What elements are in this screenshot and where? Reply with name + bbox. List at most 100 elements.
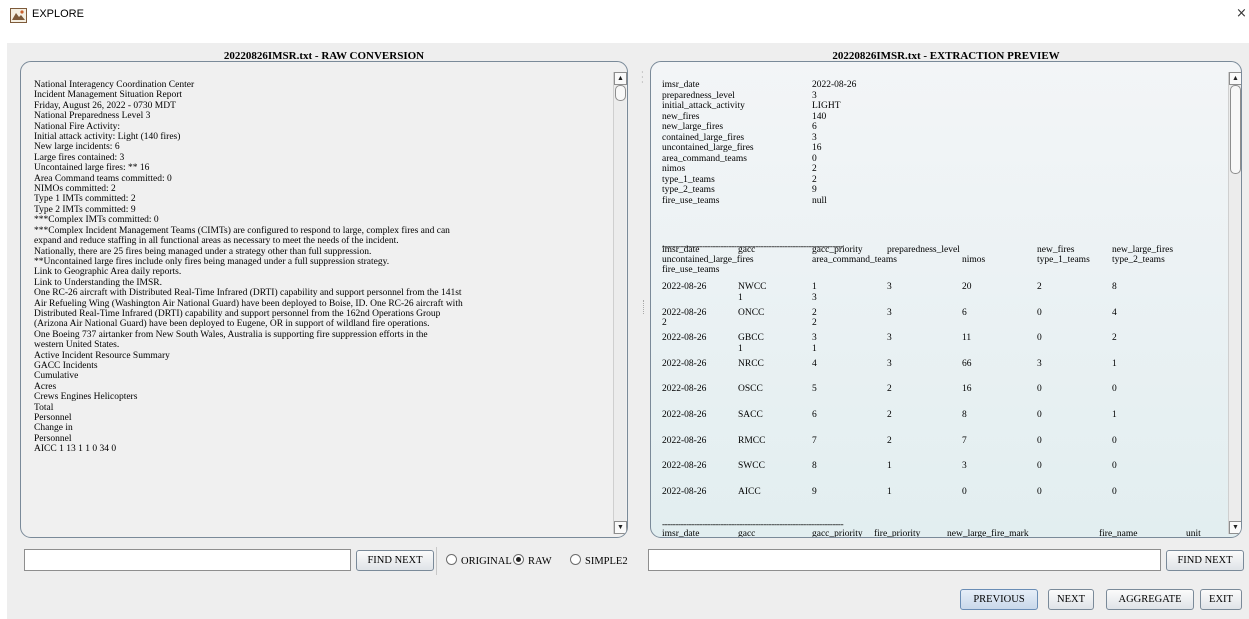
gacc-cell: 3 (887, 358, 892, 369)
summary-value: 9 (812, 185, 817, 195)
gacc-cell: NWCC (738, 282, 767, 292)
summary-row: area_command_teams 0 (662, 154, 1222, 165)
gacc-cell: 4 (1112, 307, 1117, 318)
scroll-down-arrow-icon[interactable]: ▼ (1229, 521, 1241, 534)
raw-text-line: western United States. (34, 340, 120, 351)
summary-key: imsr_date (662, 80, 700, 90)
scroll-up-arrow-icon[interactable]: ▲ (1229, 72, 1241, 85)
gacc-cell: 2 (887, 384, 892, 395)
gacc-cell: 3 (812, 292, 817, 303)
gacc-column-header: uncontained_large_fires (662, 255, 754, 265)
gacc-column-header: fire_use_teams (662, 265, 720, 275)
summary-key: initial_attack_activity (662, 101, 745, 111)
gacc-cell: 11 (962, 333, 972, 344)
raw-text-line: Air Refueling Wing (Washington Air Natio… (34, 298, 463, 309)
summary-key: contained_large_fires (662, 132, 745, 143)
extraction-find-next-button[interactable]: FIND NEXT (1166, 550, 1244, 571)
extraction-scroll-thumb[interactable] (1230, 85, 1241, 174)
raw-text-line: Uncontained large fires: ** 16 (34, 163, 150, 174)
raw-text-line: Acres (34, 381, 57, 392)
summary-key: new_large_fires (662, 122, 724, 132)
raw-text-line: Personnel (34, 433, 72, 444)
raw-text-line: AICC 1 13 1 1 0 34 0 (34, 444, 117, 455)
raw-conversion-pane[interactable]: National Interagency Coordination Center… (20, 61, 628, 538)
summary-row: type_2_teams 9 (662, 185, 1222, 196)
gacc-column-header: type_2_teams (1112, 255, 1165, 265)
raw-text-line: Active Incident Resource Summary (34, 350, 170, 361)
gacc-column-header: type_1_teams (1037, 255, 1090, 265)
raw-text-area[interactable]: National Interagency Coordination Center… (34, 80, 614, 455)
gacc-cell: 8 (1112, 282, 1117, 292)
radio-option[interactable]: RAW (513, 554, 552, 567)
raw-text-line: Friday, August 26, 2022 - 0730 MDT (34, 100, 176, 111)
next-button[interactable]: NEXT (1048, 589, 1094, 610)
extraction-scrollbar[interactable]: ▲ ▼ (1228, 72, 1241, 534)
fire-column-header: fire_name (1099, 529, 1138, 538)
gacc-cell: 1 (738, 343, 743, 354)
raw-scroll-thumb[interactable] (615, 85, 626, 101)
raw-text-line: Personnel (34, 413, 72, 423)
summary-row: imsr_date 2022-08-26 (662, 80, 1222, 91)
radio-button-icon[interactable] (513, 554, 524, 565)
raw-find-next-button[interactable]: FIND NEXT (356, 550, 434, 571)
summary-row: type_1_teams 2 (662, 175, 1222, 186)
radio-option[interactable]: SIMPLE2 (570, 554, 628, 567)
summary-fields: imsr_date 2022-08-26 preparedness_level 3 in… (662, 80, 1222, 206)
close-icon[interactable]: × (1236, 6, 1247, 21)
radio-button-icon[interactable] (570, 554, 581, 565)
previous-button[interactable]: PREVIOUS (960, 589, 1038, 610)
raw-scrollbar[interactable]: ▲ ▼ (613, 72, 627, 534)
gacc-cell: 0 (1037, 333, 1042, 344)
extraction-search-input[interactable] (648, 549, 1161, 571)
gacc-cell: 3 (887, 282, 892, 292)
gacc-cell: OSCC (738, 384, 763, 395)
gacc-cell: 2022-08-26 (662, 333, 707, 344)
radio-divider (436, 547, 437, 575)
raw-text-line: expand and reduce staffing in all functi… (34, 236, 399, 247)
exit-button[interactable]: EXIT (1200, 589, 1242, 610)
gacc-cell: 2 (812, 318, 817, 329)
raw-text-line: (Arizona Air National Guard) have been d… (34, 319, 430, 330)
splitter-handle[interactable] (643, 300, 645, 314)
gacc-cell: 2022-08-26 (662, 435, 707, 446)
gacc-cell: 2 (812, 307, 817, 318)
raw-text-line: Initial attack activity: Light (140 fire… (34, 132, 181, 143)
fire-column-header: gacc (738, 529, 756, 538)
radio-button-icon[interactable] (446, 554, 457, 565)
extraction-preview-pane[interactable]: imsr_date 2022-08-26 preparedness_level 3 in… (650, 61, 1242, 538)
gacc-cell: 2 (1037, 282, 1042, 292)
summary-key: type_2_teams (662, 185, 715, 195)
raw-search-input[interactable] (24, 549, 351, 571)
splitter-grip-icon[interactable]: · · · (641, 69, 644, 87)
fire-column-header: gacc_priority (812, 529, 863, 538)
gacc-column-header: imsr_date (662, 245, 700, 255)
gacc-cell: AICC (738, 486, 761, 497)
raw-text-line: New large incidents: 6 (34, 142, 120, 153)
summary-value: 6 (812, 122, 817, 132)
gacc-cell: 2 (887, 410, 892, 420)
summary-row: initial_attack_activity LIGHT (662, 101, 1222, 112)
scroll-down-arrow-icon[interactable]: ▼ (614, 521, 627, 534)
radio-option[interactable]: ORIGINAL (446, 554, 512, 567)
gacc-cell: 0 (1037, 410, 1042, 420)
aggregate-button[interactable]: AGGREGATE (1106, 589, 1194, 610)
raw-text-line: ***Complex Incident Management Teams (CI… (34, 225, 450, 236)
gacc-cell: 6 (812, 410, 817, 420)
summary-key: uncontained_large_fires (662, 143, 754, 153)
gacc-cell: 0 (1037, 307, 1042, 318)
gacc-cell: 7 (962, 435, 967, 446)
raw-text-line: Cumulative (34, 371, 79, 382)
gacc-cell: 4 (812, 358, 817, 369)
gacc-cell: 2022-08-26 (662, 486, 707, 497)
gacc-cell: SACC (738, 410, 763, 420)
gacc-cell: 3 (962, 461, 967, 472)
summary-value: 2 (812, 174, 817, 185)
summary-row: new_fires 140 (662, 112, 1222, 123)
gacc-cell: 1 (1112, 410, 1117, 420)
radio-label: ORIGINAL (461, 556, 512, 567)
scroll-up-arrow-icon[interactable]: ▲ (614, 72, 627, 85)
raw-text-line: Link to Understanding the IMSR. (34, 277, 162, 288)
summary-value: 140 (812, 111, 827, 122)
fire-column-header: unit (1186, 529, 1201, 538)
gacc-cell: 2022-08-26 (662, 282, 707, 292)
